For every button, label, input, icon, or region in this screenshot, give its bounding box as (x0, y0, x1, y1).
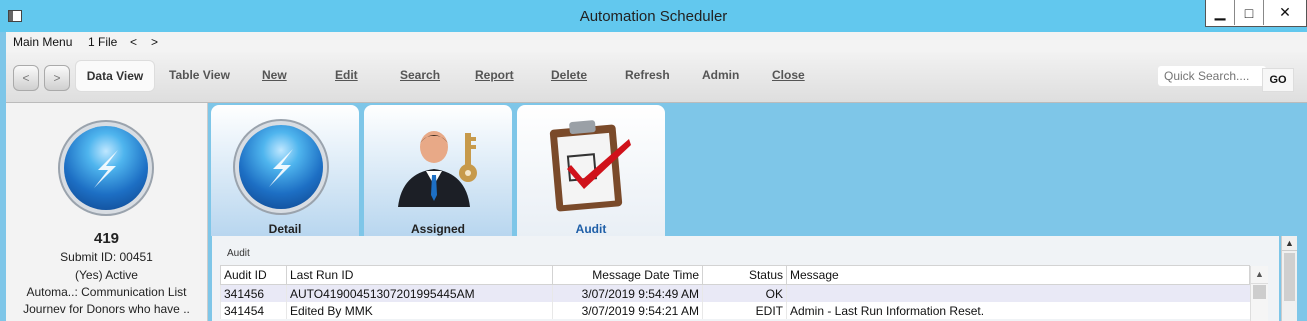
cell-last-run-id: Edited By MMK (286, 302, 553, 319)
cell-status: EDIT (702, 302, 787, 319)
admin-button[interactable]: Admin (702, 68, 739, 82)
table-row[interactable]: 341456 AUTO41900451307201995445AM 3/07/2… (220, 284, 1250, 302)
tab-assigned[interactable]: Assigned (364, 105, 512, 236)
tab-detail-label: Detail (268, 222, 302, 236)
scroll-up-icon[interactable]: ▲ (1251, 266, 1268, 284)
back-button[interactable]: < (13, 65, 39, 91)
close-button[interactable]: Close (772, 68, 805, 82)
data-view-button[interactable]: Data View (75, 60, 155, 92)
prev-file-button[interactable]: < (130, 35, 137, 49)
cell-last-run-id: AUTO41900451307201995445AM (286, 284, 553, 302)
column-header-message[interactable]: Message (786, 265, 1250, 285)
cell-message-date-time: 3/07/2019 9:54:49 AM (552, 284, 703, 302)
automation-description: Journev for Donors who have .. (23, 302, 190, 316)
clipboard-check-icon (549, 120, 631, 212)
audit-section-label: Audit (227, 248, 250, 259)
tab-audit-label: Audit (575, 222, 607, 236)
scroll-thumb[interactable] (1284, 253, 1295, 301)
file-count: 1 File (88, 35, 118, 49)
panel-scrollbar[interactable]: ▲ (1281, 236, 1297, 321)
cell-message-date-time: 3/07/2019 9:54:21 AM (552, 302, 703, 319)
lightning-orb-icon (64, 126, 148, 210)
cell-audit-id: 341456 (220, 284, 287, 302)
cell-message: Admin - Last Run Information Reset. (786, 302, 1250, 319)
cell-audit-id: 341454 (220, 302, 287, 319)
column-header-message-date-time[interactable]: Message Date Time (552, 265, 703, 285)
new-button[interactable]: New (262, 68, 287, 82)
refresh-button[interactable]: Refresh (625, 68, 670, 82)
record-summary-panel: 419 Submit ID: 00451 (Yes) Active Automa… (6, 103, 208, 321)
record-number: 419 (93, 230, 120, 247)
automation-name: Automa..: Communication List (26, 285, 187, 299)
main-menu[interactable]: Main Menu (13, 35, 72, 49)
user-key-icon (398, 131, 477, 207)
next-file-button[interactable]: > (151, 35, 158, 49)
menu-bar: Main Menu 1 File < > (6, 32, 1307, 52)
delete-button[interactable]: Delete (551, 68, 587, 82)
window-controls: ▁ □ ✕ (1205, 0, 1307, 27)
quick-search-input[interactable] (1158, 66, 1266, 86)
title-bar: Automation Scheduler ▁ □ ✕ (0, 0, 1307, 32)
report-button[interactable]: Report (475, 68, 514, 82)
go-button[interactable]: GO (1262, 68, 1294, 92)
cell-status: OK (702, 284, 787, 302)
tab-assigned-label: Assigned (410, 222, 465, 236)
scroll-up-icon[interactable]: ▲ (1282, 236, 1297, 251)
audit-panel: Audit Audit ID Last Run ID Message Date … (212, 236, 1279, 321)
forward-button[interactable]: > (44, 65, 70, 91)
column-header-audit-id[interactable]: Audit ID (220, 265, 287, 285)
column-header-last-run-id[interactable]: Last Run ID (286, 265, 553, 285)
active-status: (Yes) Active (75, 268, 138, 282)
table-row[interactable]: 341454 Edited By MMK 3/07/2019 9:54:21 A… (220, 302, 1250, 319)
audit-table: Audit ID Last Run ID Message Date Time S… (220, 265, 1250, 319)
window-title: Automation Scheduler (579, 8, 728, 25)
lightning-orb-icon (239, 125, 323, 209)
minimize-button[interactable]: ▁ (1206, 0, 1235, 25)
close-window-button[interactable]: ✕ (1264, 0, 1306, 25)
cell-message (786, 284, 1250, 302)
maximize-button[interactable]: □ (1235, 0, 1264, 25)
table-scrollbar[interactable]: ▲ (1250, 266, 1268, 321)
tab-audit[interactable]: Audit (517, 105, 665, 236)
table-header-row: Audit ID Last Run ID Message Date Time S… (220, 265, 1250, 285)
search-button[interactable]: Search (400, 68, 440, 82)
edit-button[interactable]: Edit (335, 68, 358, 82)
table-view-button[interactable]: Table View (169, 68, 230, 82)
column-header-status[interactable]: Status (702, 265, 787, 285)
toolbar: < > Data View Table View New Edit Search… (6, 52, 1307, 103)
tab-detail[interactable]: Detail (211, 105, 359, 236)
submit-id: Submit ID: 00451 (60, 250, 153, 264)
scroll-thumb[interactable] (1253, 285, 1266, 299)
